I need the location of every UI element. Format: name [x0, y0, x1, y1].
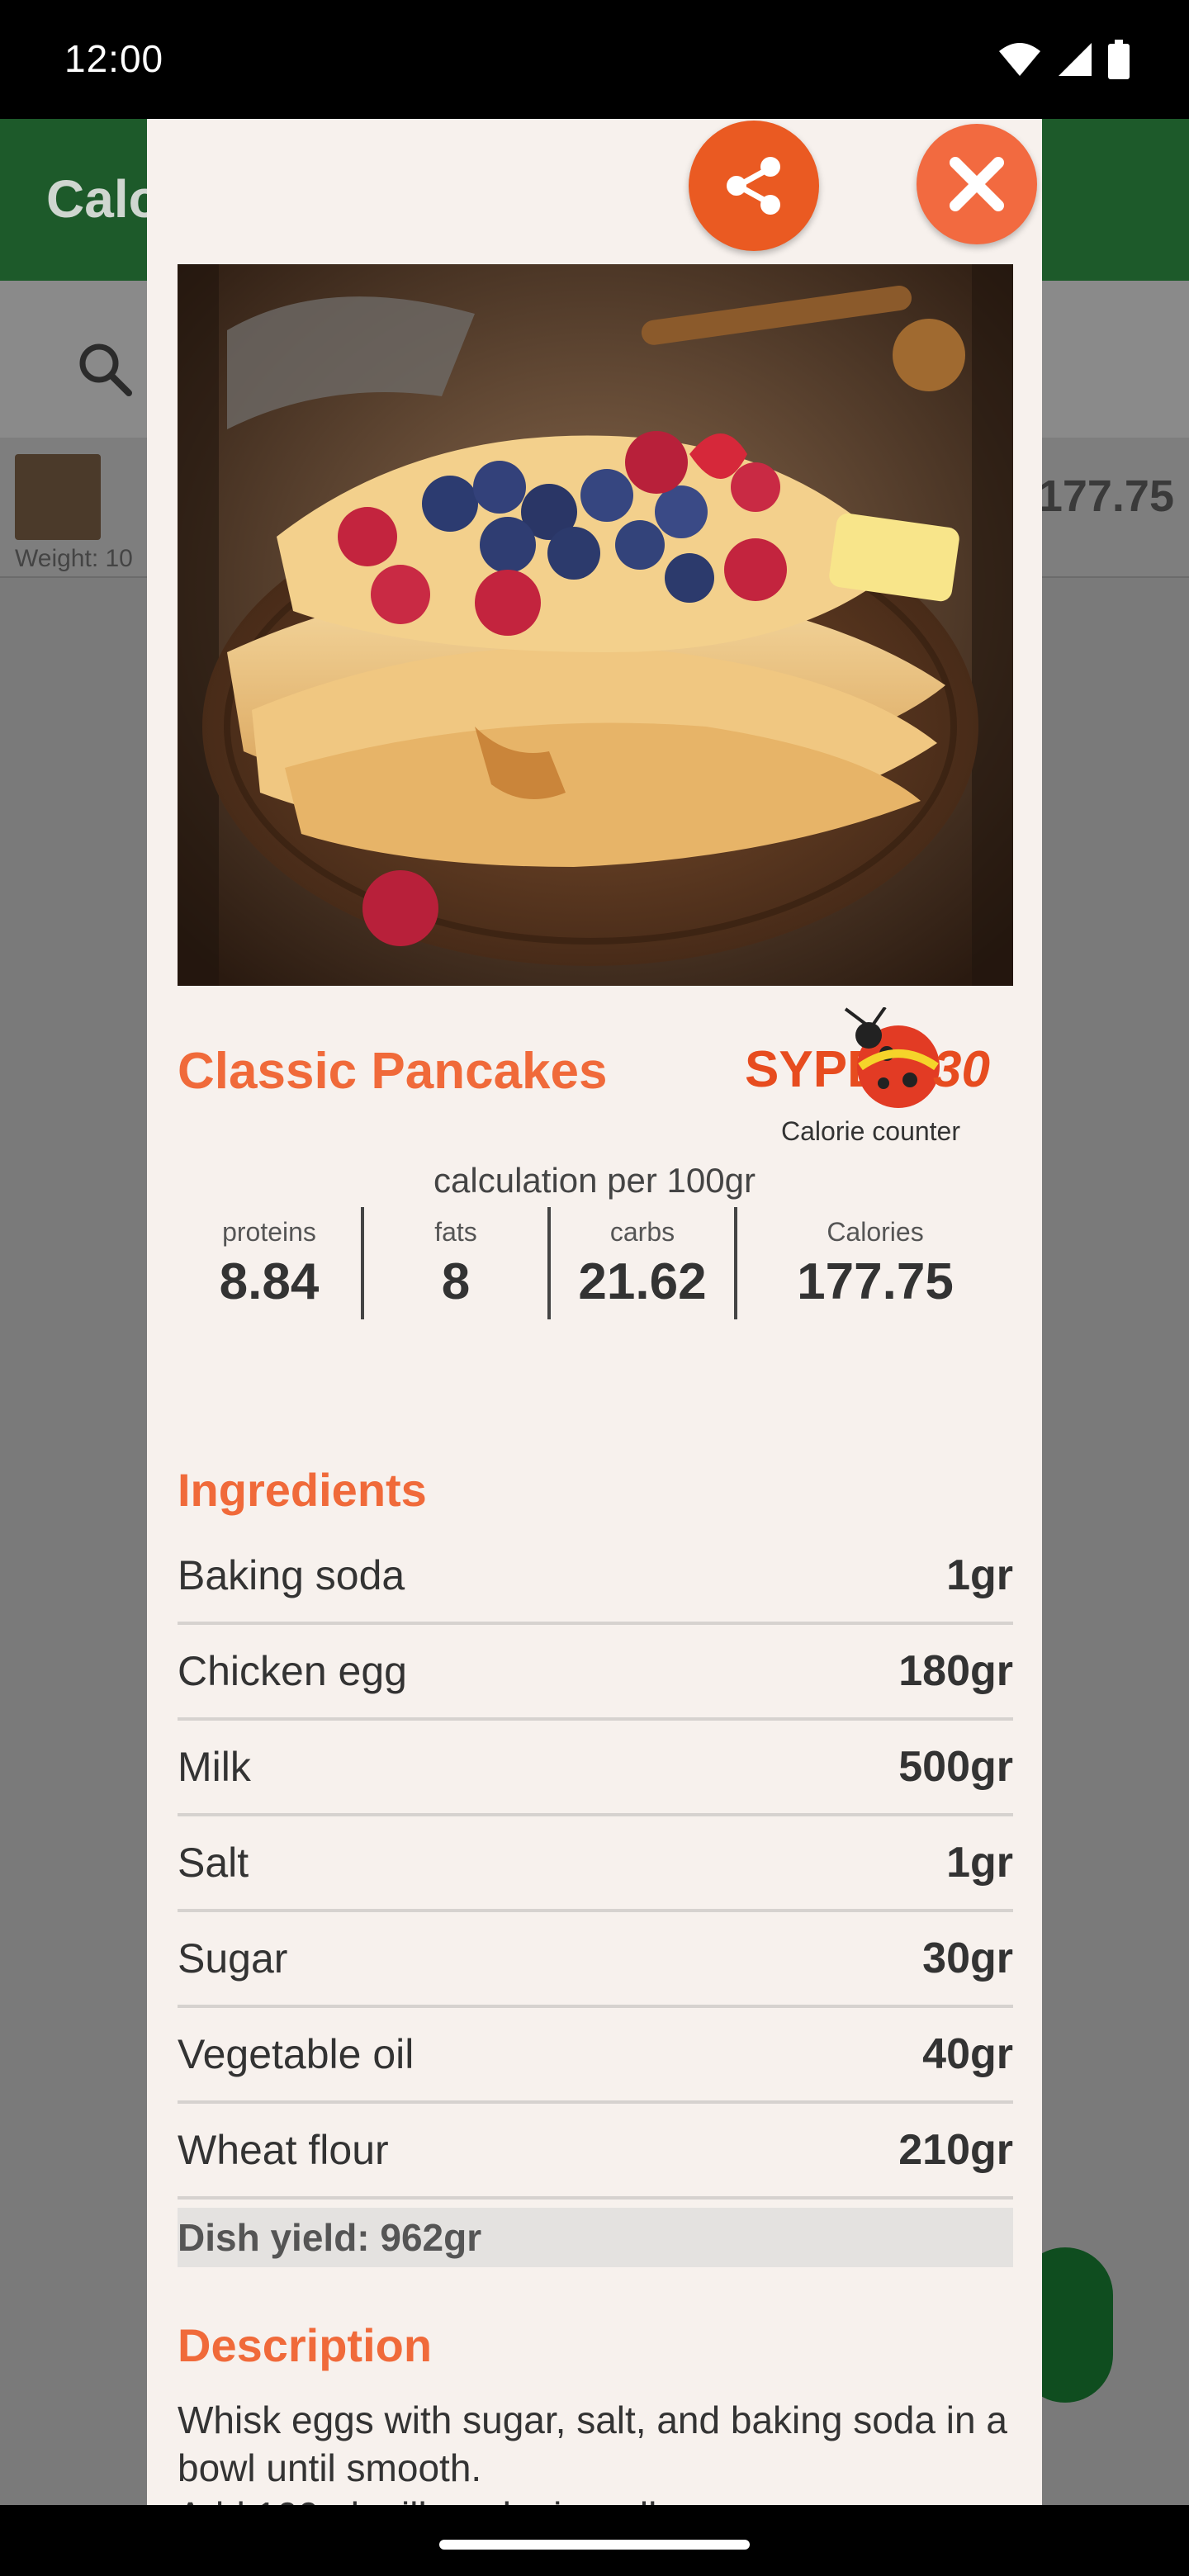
macro-label: carbs [609, 1217, 675, 1247]
ingredient-row: Chicken egg 180gr [178, 1625, 1013, 1721]
macro-calories: Calories 177.75 [737, 1207, 1013, 1319]
ingredient-row: Baking soda 1gr [178, 1529, 1013, 1625]
share-button[interactable] [689, 121, 819, 251]
wifi-icon [999, 43, 1040, 76]
battery-icon [1108, 40, 1130, 79]
macro-value: 8.84 [219, 1253, 320, 1310]
ingredient-amount: 210gr [898, 2126, 1013, 2174]
logo-subtitle: Calorie counter [781, 1116, 960, 1146]
ingredient-row: Sugar 30gr [178, 1912, 1013, 2008]
description-heading: Description [178, 2319, 433, 2371]
dish-title: Classic Pancakes [178, 1043, 608, 1100]
macro-proteins: proteins 8.84 [178, 1207, 361, 1319]
ingredient-name: Sugar [178, 1935, 288, 1982]
home-gesture-pill[interactable] [439, 2540, 750, 2550]
close-button[interactable] [917, 124, 1037, 244]
ingredient-name: Salt [178, 1840, 249, 1886]
dish-photo [178, 264, 1013, 986]
background-app-title: Calo [46, 169, 161, 229]
ingredient-amount: 1gr [946, 1551, 1013, 1599]
ingredient-amount: 1gr [946, 1839, 1013, 1887]
ingredient-amount: 180gr [898, 1647, 1013, 1695]
background-thumbnail [15, 454, 101, 540]
ingredient-name: Wheat flour [178, 2127, 389, 2173]
close-icon [950, 157, 1004, 211]
status-bar: 12:00 [0, 0, 1189, 119]
macro-value: 177.75 [797, 1253, 954, 1310]
macro-value: 21.62 [578, 1253, 707, 1310]
dish-yield: Dish yield: 962gr [178, 2208, 1013, 2267]
ingredients-list: Baking soda 1gr Chicken egg 180gr Milk 5… [178, 1529, 1013, 2200]
ingredient-row: Salt 1gr [178, 1816, 1013, 1912]
macro-label: Calories [827, 1217, 924, 1247]
ingredients-heading: Ingredients [178, 1464, 427, 1516]
ingredient-name: Chicken egg [178, 1648, 407, 1694]
background-weight: Weight: 10 [15, 545, 133, 572]
recipe-modal: Classic Pancakes SYPB 30 Calorie counter… [147, 119, 1042, 2505]
signal-icon [1059, 43, 1092, 76]
calculation-label: calculation per 100gr [433, 1161, 756, 1200]
macro-value: 8 [441, 1253, 471, 1310]
background-calories: 177.75 [1037, 471, 1174, 521]
ingredient-amount: 500gr [898, 1743, 1013, 1791]
ingredient-row: Vegetable oil 40gr [178, 2008, 1013, 2104]
macro-carbs: carbs 21.62 [551, 1207, 734, 1319]
navigation-bar [0, 2505, 1189, 2576]
status-time: 12:00 [64, 37, 164, 80]
macro-fats: fats 8 [364, 1207, 547, 1319]
ingredient-row: Wheat flour 210gr [178, 2104, 1013, 2200]
ingredient-name: Milk [178, 1744, 251, 1790]
share-icon [727, 157, 780, 215]
macros-panel: proteins 8.84 fats 8 carbs 21.62 Calorie… [178, 1207, 1013, 1319]
description-text: Whisk eggs with sugar, salt, and baking … [178, 2398, 1007, 2505]
ingredient-amount: 40gr [922, 2030, 1013, 2078]
macro-label: proteins [222, 1217, 316, 1247]
ingredient-amount: 30gr [922, 1934, 1013, 1982]
svg-text:30: 30 [933, 1041, 990, 1098]
ingredient-name: Vegetable oil [178, 2031, 414, 2077]
app-logo: SYPB 30 [745, 1007, 990, 1108]
macro-label: fats [434, 1217, 477, 1247]
search-icon [79, 343, 132, 396]
status-icons [997, 40, 1130, 79]
ingredient-row: Milk 500gr [178, 1721, 1013, 1816]
ingredient-name: Baking soda [178, 1552, 405, 1598]
